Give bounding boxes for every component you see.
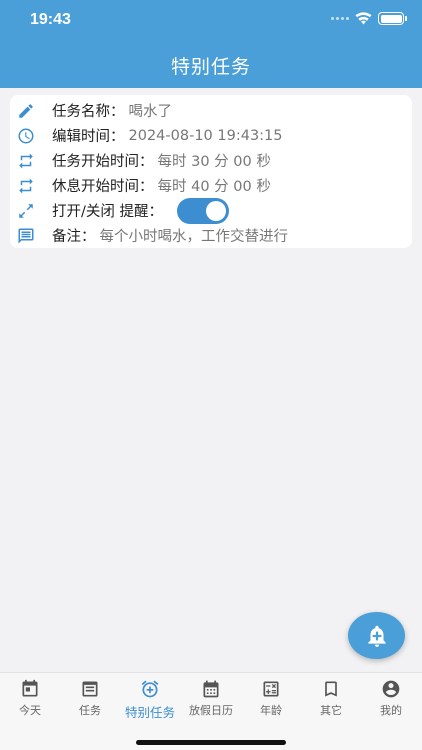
status-time: 19:43	[30, 11, 71, 28]
tab-label: 特别任务	[124, 705, 175, 720]
bell-add-icon	[367, 625, 386, 647]
note-label: 备注：	[52, 229, 96, 245]
tab-today[interactable]: 今天	[0, 679, 60, 718]
comment-icon	[16, 226, 36, 246]
expand-arrows-icon	[16, 201, 36, 221]
add-reminder-button[interactable]	[348, 612, 405, 659]
tab-tasks[interactable]: 任务	[60, 679, 120, 718]
tab-holiday-calendar[interactable]: 放假日历	[181, 679, 241, 718]
reminder-toggle-label: 打开/关闭 提醒：	[52, 204, 163, 220]
tab-label: 今天	[19, 704, 41, 717]
calendar-today-icon	[22, 679, 38, 697]
pencil-icon	[16, 101, 36, 121]
edit-time-label: 编辑时间：	[52, 129, 125, 145]
alarm-add-icon	[141, 680, 159, 698]
bottom-tab-bar: 今天 任务 特别任务 放假日历 年龄 其它 我的	[0, 672, 422, 750]
tab-special-tasks[interactable]: 特别任务	[120, 679, 180, 721]
repeat-icon	[16, 151, 36, 171]
rest-time-value: 每时 40 分 00 秒	[157, 179, 271, 195]
tab-label: 任务	[79, 704, 101, 717]
status-bar: 19:43	[0, 0, 422, 40]
tab-age[interactable]: 年龄	[241, 679, 301, 718]
tab-label: 年龄	[260, 704, 282, 717]
start-time-label: 任务开始时间：	[52, 154, 154, 170]
start-time-row: 任务开始时间： 每时 30 分 00 秒	[10, 148, 412, 173]
task-name-label: 任务名称：	[52, 104, 125, 120]
tab-label: 其它	[320, 704, 342, 717]
tab-label: 放假日历	[189, 704, 233, 717]
toggle-knob	[206, 200, 226, 221]
edit-time-value: 2024-08-10 19:43:15	[128, 127, 283, 144]
tab-mine[interactable]: 我的	[361, 679, 421, 718]
task-name-row: 任务名称： 喝水了	[10, 98, 412, 123]
reminder-toggle-row: 打开/关闭 提醒：	[10, 197, 412, 224]
calendar-grid-icon	[203, 680, 219, 698]
rest-time-row: 休息开始时间： 每时 40 分 00 秒	[10, 173, 412, 198]
status-icons	[331, 12, 407, 25]
account-icon	[382, 680, 400, 698]
page-title: 特别任务	[170, 56, 251, 78]
rest-time-label: 休息开始时间：	[52, 179, 154, 195]
battery-icon	[378, 12, 407, 25]
reminder-toggle[interactable]	[177, 197, 229, 224]
repeat-icon	[16, 176, 36, 196]
signal-icon	[331, 17, 349, 20]
wifi-icon	[355, 12, 372, 25]
calculator-icon	[263, 681, 279, 697]
bookmark-icon	[325, 681, 337, 697]
home-indicator	[136, 740, 286, 745]
start-time-value: 每时 30 分 00 秒	[157, 154, 271, 170]
edit-time-row: 编辑时间： 2024-08-10 19:43:15	[10, 123, 412, 148]
tab-label: 我的	[380, 704, 402, 717]
task-list-icon	[82, 681, 98, 697]
clock-icon	[16, 126, 36, 146]
task-name-value: 喝水了	[128, 104, 173, 120]
task-card[interactable]: 任务名称： 喝水了 编辑时间： 2024-08-10 19:43:15 任务开始…	[10, 95, 412, 248]
note-row: 备注： 每个小时喝水，工作交替进行	[10, 223, 412, 248]
tab-other[interactable]: 其它	[301, 679, 361, 718]
note-value: 每个小时喝水，工作交替进行	[99, 229, 289, 245]
app-header: 19:43 特别任务	[0, 0, 422, 88]
